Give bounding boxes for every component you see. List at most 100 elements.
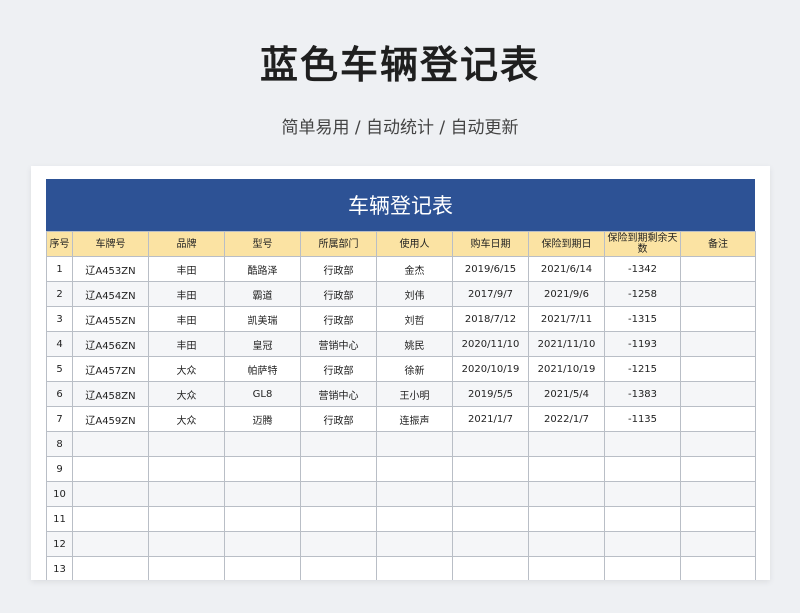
table-cell[interactable]: 行政部 xyxy=(300,281,377,307)
table-cell[interactable] xyxy=(376,481,453,507)
table-cell[interactable] xyxy=(680,256,756,282)
table-cell[interactable] xyxy=(72,481,149,507)
table-cell[interactable]: 9 xyxy=(46,456,73,482)
table-cell[interactable] xyxy=(376,531,453,557)
table-cell[interactable]: 行政部 xyxy=(300,356,377,382)
table-cell[interactable]: -1383 xyxy=(604,381,681,407)
table-cell[interactable] xyxy=(452,556,529,580)
table-cell[interactable]: 姚民 xyxy=(376,331,453,357)
table-cell[interactable]: 2017/9/7 xyxy=(452,281,529,307)
table-cell[interactable]: 辽A455ZN xyxy=(72,306,149,332)
table-cell[interactable]: 行政部 xyxy=(300,256,377,282)
table-cell[interactable] xyxy=(604,506,681,532)
table-cell[interactable] xyxy=(376,431,453,457)
table-cell[interactable] xyxy=(300,506,377,532)
table-cell[interactable] xyxy=(300,431,377,457)
table-cell[interactable]: 迈腾 xyxy=(224,406,301,432)
table-cell[interactable] xyxy=(528,506,605,532)
table-cell[interactable]: GL8 xyxy=(224,381,301,407)
table-cell[interactable]: 3 xyxy=(46,306,73,332)
table-cell[interactable] xyxy=(300,481,377,507)
table-cell[interactable]: 7 xyxy=(46,406,73,432)
table-cell[interactable] xyxy=(300,531,377,557)
table-cell[interactable]: 营销中心 xyxy=(300,331,377,357)
table-cell[interactable] xyxy=(528,481,605,507)
table-cell[interactable]: 2021/7/11 xyxy=(528,306,605,332)
table-cell[interactable] xyxy=(72,456,149,482)
table-cell[interactable] xyxy=(452,506,529,532)
column-header[interactable]: 型号 xyxy=(224,231,301,257)
table-cell[interactable]: 4 xyxy=(46,331,73,357)
table-cell[interactable] xyxy=(72,506,149,532)
table-cell[interactable] xyxy=(224,481,301,507)
table-cell[interactable]: 10 xyxy=(46,481,73,507)
table-cell[interactable]: 辽A458ZN xyxy=(72,381,149,407)
table-cell[interactable]: 5 xyxy=(46,356,73,382)
table-cell[interactable]: 辽A459ZN xyxy=(72,406,149,432)
table-cell[interactable]: 丰田 xyxy=(148,281,225,307)
table-cell[interactable]: 辽A456ZN xyxy=(72,331,149,357)
column-header[interactable]: 使用人 xyxy=(376,231,453,257)
table-cell[interactable] xyxy=(376,506,453,532)
table-cell[interactable]: 金杰 xyxy=(376,256,453,282)
table-cell[interactable] xyxy=(376,456,453,482)
column-header[interactable]: 车牌号 xyxy=(72,231,149,257)
table-cell[interactable]: 行政部 xyxy=(300,306,377,332)
table-cell[interactable] xyxy=(452,531,529,557)
table-cell[interactable] xyxy=(680,331,756,357)
table-cell[interactable]: -1193 xyxy=(604,331,681,357)
table-cell[interactable]: -1215 xyxy=(604,356,681,382)
table-cell[interactable]: 大众 xyxy=(148,356,225,382)
table-cell[interactable]: 11 xyxy=(46,506,73,532)
table-cell[interactable] xyxy=(224,506,301,532)
table-cell[interactable]: 2021/5/4 xyxy=(528,381,605,407)
table-cell[interactable] xyxy=(376,556,453,580)
table-cell[interactable] xyxy=(72,531,149,557)
table-cell[interactable]: 2022/1/7 xyxy=(528,406,605,432)
table-cell[interactable] xyxy=(300,456,377,482)
table-cell[interactable]: 2019/6/15 xyxy=(452,256,529,282)
table-cell[interactable] xyxy=(680,456,756,482)
table-cell[interactable]: 皇冠 xyxy=(224,331,301,357)
table-cell[interactable] xyxy=(148,531,225,557)
table-cell[interactable] xyxy=(680,506,756,532)
table-cell[interactable]: 酷路泽 xyxy=(224,256,301,282)
table-cell[interactable] xyxy=(148,431,225,457)
table-cell[interactable]: 连振声 xyxy=(376,406,453,432)
table-cell[interactable]: 刘哲 xyxy=(376,306,453,332)
table-cell[interactable] xyxy=(680,556,756,580)
table-cell[interactable]: 霸道 xyxy=(224,281,301,307)
table-cell[interactable]: 营销中心 xyxy=(300,381,377,407)
table-cell[interactable] xyxy=(680,306,756,332)
table-cell[interactable]: 2021/11/10 xyxy=(528,331,605,357)
table-cell[interactable] xyxy=(528,556,605,580)
table-cell[interactable] xyxy=(528,531,605,557)
table-cell[interactable]: 丰田 xyxy=(148,331,225,357)
table-cell[interactable]: 12 xyxy=(46,531,73,557)
table-cell[interactable] xyxy=(680,406,756,432)
table-cell[interactable]: 13 xyxy=(46,556,73,580)
table-cell[interactable] xyxy=(452,431,529,457)
column-header[interactable]: 所属部门 xyxy=(300,231,377,257)
table-cell[interactable]: 2 xyxy=(46,281,73,307)
table-cell[interactable] xyxy=(148,481,225,507)
table-cell[interactable]: -1258 xyxy=(604,281,681,307)
table-cell[interactable] xyxy=(224,531,301,557)
column-header[interactable]: 保险到期剩余天数 xyxy=(604,231,681,257)
table-cell[interactable] xyxy=(72,431,149,457)
table-cell[interactable]: 6 xyxy=(46,381,73,407)
table-cell[interactable]: 辽A453ZN xyxy=(72,256,149,282)
table-cell[interactable]: 丰田 xyxy=(148,306,225,332)
table-cell[interactable]: -1135 xyxy=(604,406,681,432)
table-cell[interactable]: 大众 xyxy=(148,406,225,432)
table-cell[interactable] xyxy=(680,281,756,307)
table-cell[interactable]: 8 xyxy=(46,431,73,457)
table-cell[interactable]: 2021/9/6 xyxy=(528,281,605,307)
table-cell[interactable] xyxy=(604,431,681,457)
table-cell[interactable] xyxy=(72,556,149,580)
table-cell[interactable] xyxy=(148,506,225,532)
table-cell[interactable] xyxy=(452,481,529,507)
column-header[interactable]: 品牌 xyxy=(148,231,225,257)
table-cell[interactable] xyxy=(224,456,301,482)
column-header[interactable]: 序号 xyxy=(46,231,73,257)
